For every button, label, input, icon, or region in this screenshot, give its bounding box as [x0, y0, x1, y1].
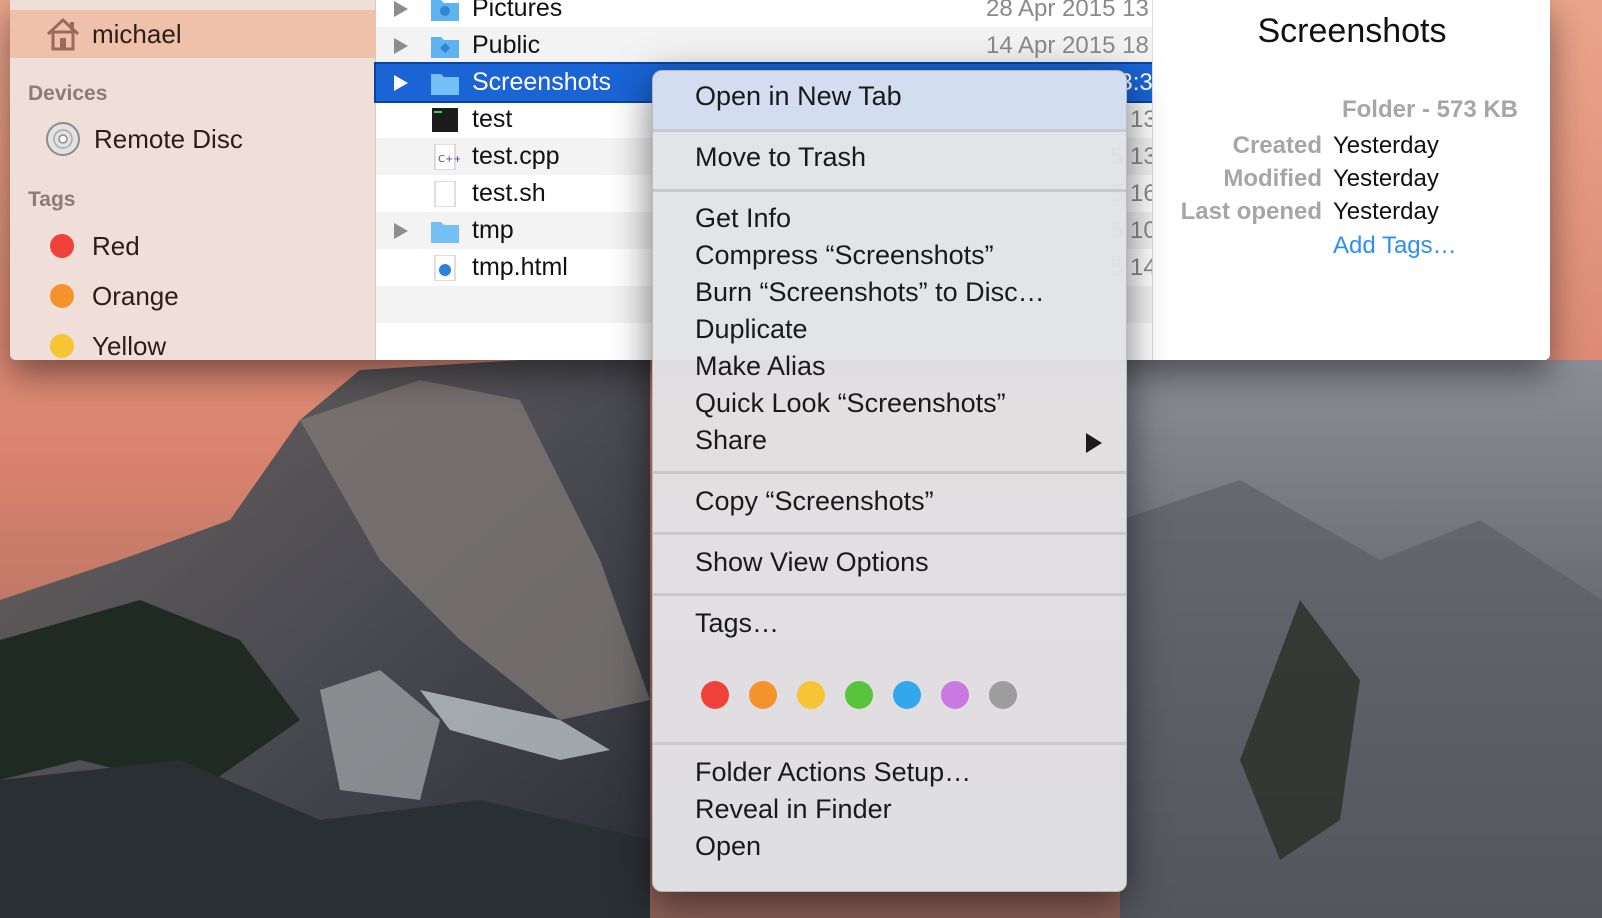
menu-item-burn-to-disc[interactable]: Burn “Screenshots” to Disc… — [695, 277, 1045, 308]
info-panel: Screenshots Folder - 573 KB Created Yest… — [1152, 0, 1550, 360]
info-kind: Folder - 573 KB — [1341, 96, 1518, 123]
svg-text:C++: C++ — [438, 154, 460, 165]
created-label: Created — [1232, 132, 1322, 159]
sidebar: michael Devices Remote Disc Tags Red Ora… — [10, 0, 376, 360]
disclosure-triangle-icon[interactable] — [394, 74, 408, 91]
menu-separator — [653, 593, 1126, 596]
last-opened-label: Last opened — [1180, 198, 1322, 225]
html-file-icon — [434, 254, 456, 281]
terminal-executable-icon — [432, 107, 458, 132]
orange-tag-icon — [50, 284, 74, 308]
context-menu: Open in New Tab Move to Trash Get Info C… — [652, 70, 1127, 892]
add-tags-link[interactable]: Add Tags… — [1333, 232, 1457, 260]
menu-item-quick-look[interactable]: Quick Look “Screenshots” — [695, 388, 1006, 419]
disclosure-triangle-icon[interactable] — [394, 222, 408, 239]
sidebar-item-tag-yellow[interactable]: Yellow — [10, 322, 376, 360]
file-date: 28 Apr 2015 13 — [986, 0, 1149, 22]
file-date: 14 Apr 2015 18 — [986, 31, 1149, 59]
menu-item-folder-actions-setup[interactable]: Folder Actions Setup… — [695, 757, 971, 788]
red-tag-swatch[interactable] — [701, 681, 729, 709]
yellow-tag-icon — [50, 334, 74, 358]
sidebar-item-remote-disc[interactable]: Remote Disc — [10, 115, 376, 163]
document-icon — [434, 180, 456, 207]
devices-header: Devices — [28, 82, 108, 105]
red-tag-icon — [50, 234, 74, 258]
menu-item-duplicate[interactable]: Duplicate — [695, 314, 808, 345]
disclosure-triangle-icon[interactable] — [394, 0, 408, 17]
sidebar-item-tag-red[interactable]: Red — [10, 222, 376, 270]
blue-tag-swatch[interactable] — [893, 681, 921, 709]
menu-separator — [653, 471, 1126, 474]
sidebar-item-label: Orange — [92, 280, 179, 311]
sidebar-item-label: michael — [92, 18, 182, 49]
menu-item-open[interactable]: Open — [695, 831, 761, 862]
pictures-folder-icon — [431, 0, 459, 21]
file-name: test.sh — [472, 179, 546, 207]
home-icon — [46, 17, 80, 51]
purple-tag-swatch[interactable] — [941, 681, 969, 709]
submenu-arrow-icon — [1086, 433, 1102, 453]
file-name: Pictures — [472, 0, 563, 22]
disc-icon — [46, 122, 80, 156]
menu-item-compress[interactable]: Compress “Screenshots” — [695, 240, 994, 271]
menu-separator — [653, 189, 1126, 192]
file-name: tmp — [472, 216, 514, 244]
cpp-file-icon: C++ — [434, 143, 460, 170]
menu-separator — [653, 532, 1126, 535]
file-row-pictures[interactable]: Pictures 28 Apr 2015 13 — [376, 0, 1152, 27]
modified-value: Yesterday — [1333, 165, 1439, 192]
orange-tag-swatch[interactable] — [749, 681, 777, 709]
file-name: test — [472, 105, 513, 133]
menu-item-get-info[interactable]: Get Info — [695, 203, 791, 234]
file-row-public[interactable]: Public 14 Apr 2015 18 — [376, 27, 1152, 64]
sidebar-item-label: Yellow — [92, 330, 167, 361]
file-name: Public — [472, 31, 541, 59]
menu-separator — [653, 742, 1126, 745]
sidebar-item-label: Red — [92, 230, 140, 261]
menu-item-reveal-in-finder[interactable]: Reveal in Finder — [695, 794, 892, 825]
sidebar-item-home[interactable]: michael — [10, 10, 376, 58]
menu-item-move-to-trash[interactable]: Move to Trash — [695, 142, 866, 173]
menu-item-tags[interactable]: Tags… — [695, 608, 779, 639]
sidebar-item-label: Remote Disc — [94, 123, 243, 154]
menu-item-share[interactable]: Share — [695, 425, 767, 456]
sidebar-item-tag-orange[interactable]: Orange — [10, 272, 376, 320]
disclosure-triangle-icon[interactable] — [394, 37, 408, 54]
menu-item-show-view-options[interactable]: Show View Options — [695, 547, 929, 578]
info-title: Screenshots — [1257, 12, 1447, 50]
last-opened-value: Yesterday — [1333, 198, 1439, 225]
file-name: tmp.html — [472, 253, 568, 281]
green-tag-swatch[interactable] — [845, 681, 873, 709]
menu-item-copy[interactable]: Copy “Screenshots” — [695, 486, 934, 517]
folder-icon — [431, 221, 459, 243]
public-folder-icon — [431, 36, 459, 58]
created-value: Yesterday — [1333, 132, 1439, 159]
menu-separator — [653, 129, 1126, 132]
yellow-tag-swatch[interactable] — [797, 681, 825, 709]
folder-icon — [431, 73, 459, 95]
file-name: Screenshots — [472, 68, 611, 96]
tags-header: Tags — [28, 188, 76, 211]
gray-tag-swatch[interactable] — [989, 681, 1017, 709]
modified-label: Modified — [1223, 165, 1322, 192]
menu-item-make-alias[interactable]: Make Alias — [695, 351, 826, 382]
file-name: test.cpp — [472, 142, 560, 170]
menu-item-open-in-new-tab[interactable]: Open in New Tab — [695, 81, 902, 112]
